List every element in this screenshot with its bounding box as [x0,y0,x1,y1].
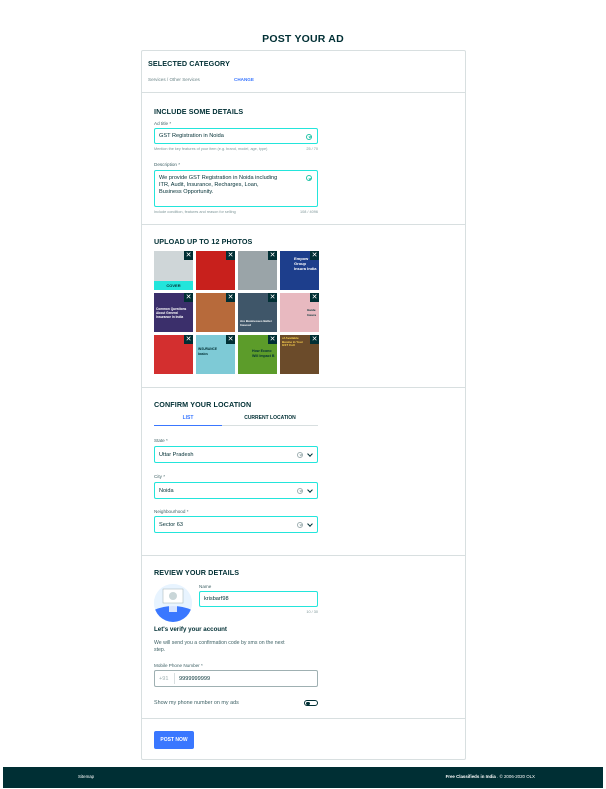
verify-text-line: step. [154,647,166,653]
photo-thumbnail[interactable]: How Econo Will Impact B ✕ [238,335,277,374]
ad-title-label: Ad title * [154,121,172,126]
phone-prefix: +91 [159,675,169,682]
photo-grid: COVER ✕ ✕ ✕ Empow Group Insura India ✕ C… [154,251,320,375]
footer-copyright-text: . © 2006-2020 OLX [497,774,535,779]
remove-photo-icon[interactable]: ✕ [268,293,277,302]
ad-title-input[interactable]: GST Registration in Noida [154,128,318,144]
show-phone-toggle[interactable] [304,700,318,706]
photo-thumbnail[interactable]: Empow Group Insura India ✕ [280,251,319,290]
section-heading-review: REVIEW YOUR DETAILS [154,568,240,577]
valid-check-icon [306,133,312,140]
remove-photo-icon[interactable]: ✕ [226,293,235,302]
photo-thumbnail[interactable]: ✕ [154,335,193,374]
city-select[interactable]: Noida [154,482,318,499]
photo-caption: How Econo Will Impact B [252,349,275,358]
change-category-link[interactable]: CHANGE [234,77,254,82]
name-label: Name [199,584,212,589]
state-value: Uttar Pradesh [159,451,194,458]
tab-current-location[interactable]: CURRENT LOCATION [222,414,318,426]
photo-thumbnail[interactable]: COVER ✕ [154,251,193,290]
phone-value: 9999999999 [179,675,211,682]
chevron-down-icon [307,486,313,493]
sitemap-link[interactable]: Sitemap [78,774,94,779]
phone-divider [174,673,175,684]
phone-input[interactable]: +91 9999999999 [154,670,318,687]
avatar-image [154,584,192,622]
neighbourhood-label: Neighbourhood * [154,509,189,514]
ad-title-char-count: 25 / 70 [306,147,318,151]
valid-check-icon [297,521,303,528]
remove-photo-icon[interactable]: ✕ [310,335,319,344]
show-phone-label: Show my phone number on my ads [154,700,239,706]
description-label: Description * [154,162,181,167]
photo-caption: Guide Insura [307,308,317,317]
selected-category-section: SELECTED CATEGORY Services / Other Servi… [142,51,465,93]
city-value: Noida [159,487,174,494]
location-section: CONFIRM YOUR LOCATION LIST CURRENT LOCAT… [142,388,465,556]
footer-copyright: Free Classifieds in India . © 2006-2020 … [446,774,535,779]
photo-thumbnail[interactable]: Are Businesses Better Insured ✕ [238,293,277,332]
photo-thumbnail[interactable]: INSURANCE basics ✕ [196,335,235,374]
remove-photo-icon[interactable]: ✕ [184,251,193,260]
ad-title-value: GST Registration in Noida [159,133,224,139]
city-label: City * [154,474,165,479]
category-breadcrumb: Services / Other Services [148,77,200,82]
photo-caption: INSURANCE basics [198,347,217,356]
section-heading-photos: UPLOAD UP TO 12 PHOTOS [154,237,253,246]
remove-photo-icon[interactable]: ✕ [310,293,319,302]
footer: Sitemap Free Classifieds in India . © 20… [3,767,603,788]
verify-text-line: We will send you a confirmation code by … [154,640,285,646]
remove-photo-icon[interactable]: ✕ [310,251,319,260]
description-hint: Include condition, features and reason f… [154,210,236,214]
section-heading-category: SELECTED CATEGORY [148,59,230,68]
remove-photo-icon[interactable]: ✕ [268,251,277,260]
remove-photo-icon[interactable]: ✕ [184,335,193,344]
section-heading-details: INCLUDE SOME DETAILS [154,107,244,116]
description-textarea[interactable]: We provide GST Registration in Noida inc… [154,170,318,207]
page-title: POST YOUR AD [262,33,344,45]
remove-photo-icon[interactable]: ✕ [226,335,235,344]
chevron-down-icon [307,520,313,527]
photo-caption: of Available Busine in Your GST Coll [282,336,303,348]
valid-check-icon [306,175,312,181]
description-line: ITR, Audit, Insurance, Recharges, Loan, [159,182,259,188]
photo-caption: Common Questions About General Insurance… [156,307,187,319]
photo-thumbnail[interactable]: ✕ [238,251,277,290]
photo-thumbnail[interactable]: ✕ [196,293,235,332]
verify-heading: Let's verify your account [154,626,227,633]
remove-photo-icon[interactable]: ✕ [226,251,235,260]
name-char-count: 10 / 30 [306,610,318,614]
avatar[interactable] [154,584,192,622]
name-value: krisbarf98 [204,596,229,602]
neighbourhood-value: Sector 63 [159,521,183,528]
remove-photo-icon[interactable]: ✕ [268,335,277,344]
description-char-count: 108 / 4096 [300,210,318,214]
review-section: REVIEW YOUR DETAILS Name krisbarf98 10 /… [142,556,465,719]
description-line: Business Opportunity. [159,189,214,195]
chevron-down-icon [307,450,313,457]
post-ad-form: SELECTED CATEGORY Services / Other Servi… [141,50,466,760]
state-label: State * [154,438,168,443]
neighbourhood-select[interactable]: Sector 63 [154,516,318,533]
photo-thumbnail[interactable]: ✕ [196,251,235,290]
photo-thumbnail[interactable]: of Available Busine in Your GST Coll ✕ [280,335,319,374]
photo-caption: Are Businesses Better Insured [240,319,273,327]
ad-title-hint: Mention the key features of your item (e… [154,147,268,151]
phone-label: Mobile Phone Number * [154,663,203,668]
valid-check-icon [297,451,303,458]
details-section: INCLUDE SOME DETAILS Ad title * GST Regi… [142,93,465,225]
photo-thumbnail[interactable]: Guide Insura ✕ [280,293,319,332]
photos-section: UPLOAD UP TO 12 PHOTOS COVER ✕ ✕ ✕ Empow… [142,225,465,388]
section-heading-location: CONFIRM YOUR LOCATION [154,400,252,409]
state-select[interactable]: Uttar Pradesh [154,446,318,463]
footer-brand-link[interactable]: Free Classifieds in India [446,774,496,779]
description-line: We provide GST Registration in Noida inc… [159,175,278,181]
name-input[interactable]: krisbarf98 [199,591,318,607]
valid-check-icon [297,487,303,494]
remove-photo-icon[interactable]: ✕ [184,293,193,302]
photo-thumbnail[interactable]: Common Questions About General Insurance… [154,293,193,332]
tab-list[interactable]: LIST [154,414,222,426]
post-now-button[interactable]: POST NOW [154,731,194,749]
cover-badge: COVER [154,281,193,290]
